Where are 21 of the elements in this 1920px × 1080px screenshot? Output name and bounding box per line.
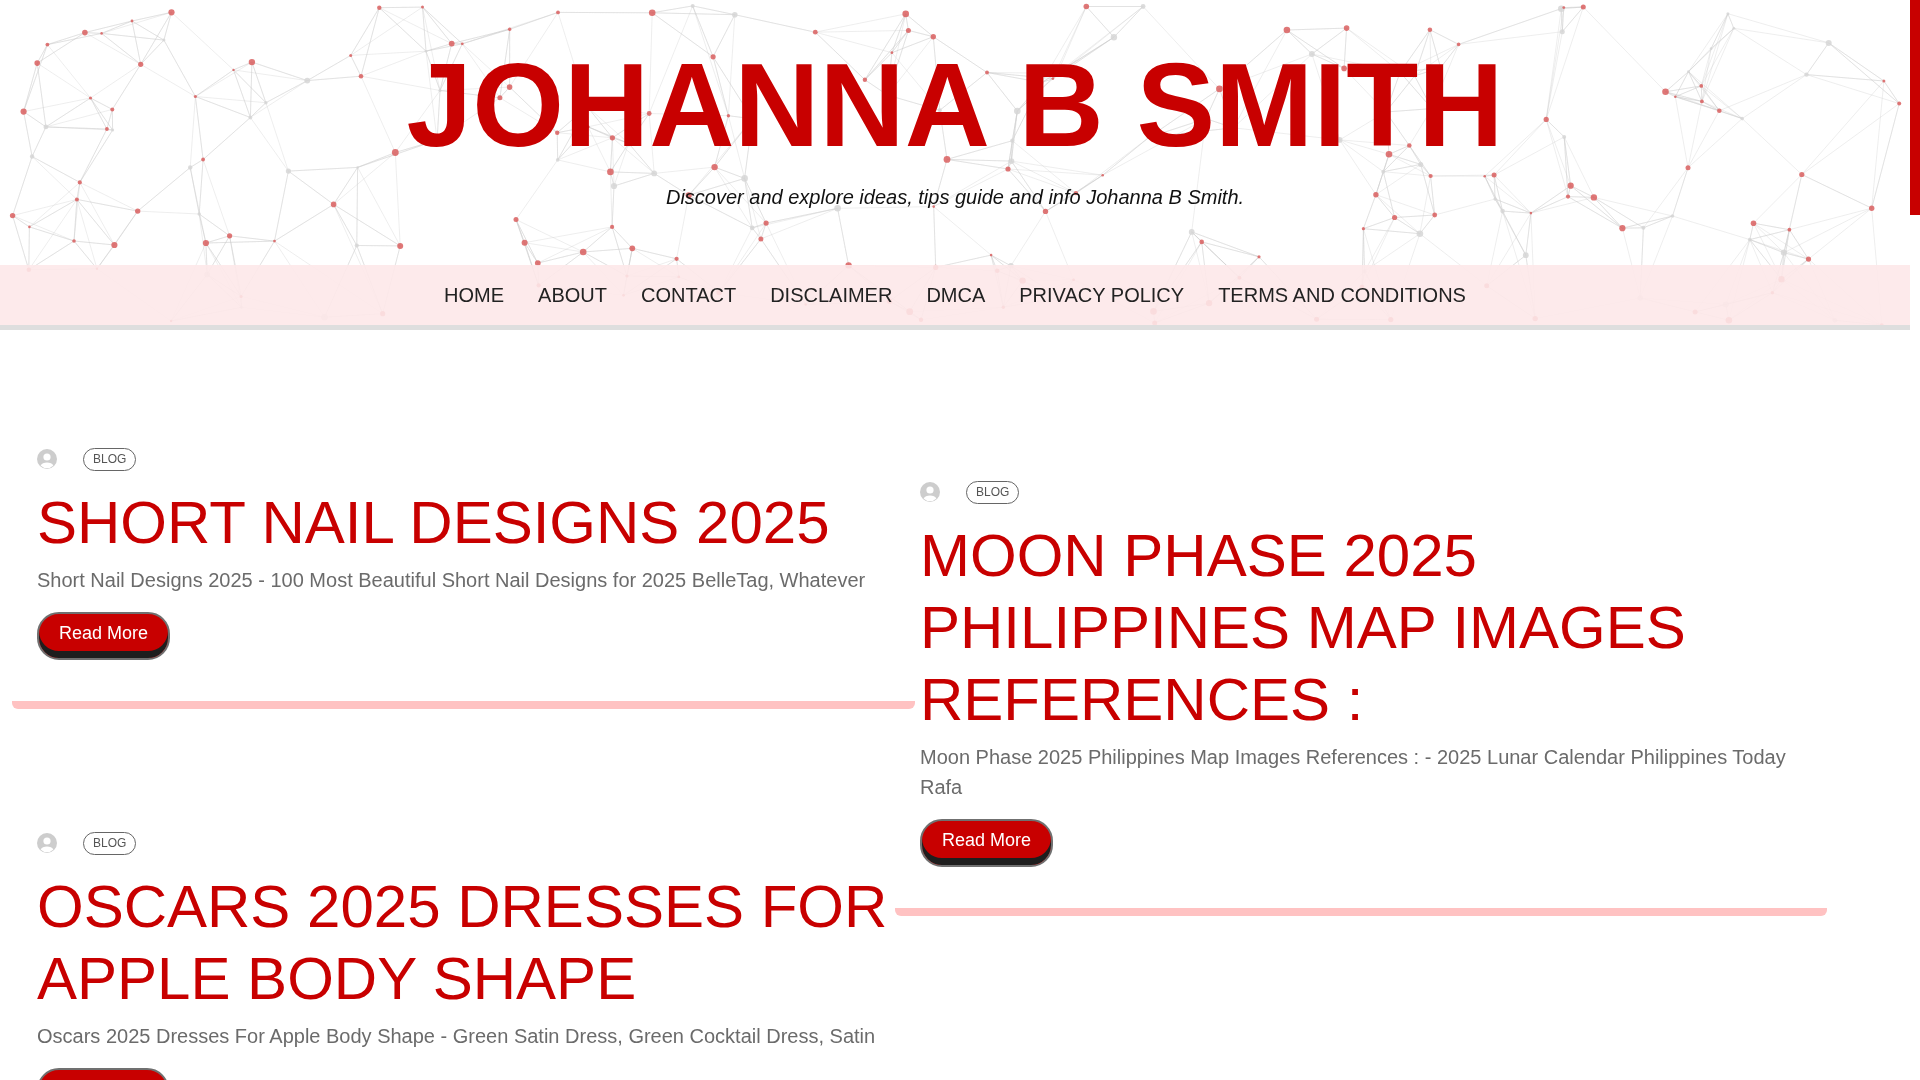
post-title[interactable]: MOON PHASE 2025 PHILIPPINES MAP IMAGES REFERENCES : <box>920 520 1817 736</box>
post-excerpt: Oscars 2025 Dresses For Apple Body Shape - Green Satin Dress, Green Cocktail Dress, Satin <box>37 1024 877 1049</box>
avatar-icon <box>920 482 940 502</box>
scrollbar-thumb[interactable] <box>1910 0 1920 215</box>
nav-link[interactable]: DISCLAIMER <box>770 283 893 307</box>
nav-link[interactable]: DMCA <box>926 283 986 307</box>
post-excerpt: Moon Phase 2025 Philippines Map Images References : - 2025 Lunar Calendar Philippines Today Rafa <box>920 745 1787 800</box>
nav-link[interactable]: ABOUT <box>538 283 607 307</box>
nav-link[interactable]: TERMS AND CONDITIONS <box>1218 283 1466 307</box>
nav-link[interactable]: CONTACT <box>640 283 737 307</box>
read-more-button[interactable]: Read More <box>37 612 171 660</box>
post-title[interactable]: OSCARS 2025 DRESSES FOR APPLE BODY SHAPE <box>37 871 894 1015</box>
post-excerpt: Short Nail Designs 2025 - 100 Most Beautiful Short Nail Designs for 2025 BelleTag, Whatever <box>37 568 867 593</box>
post-title[interactable]: SHORT NAIL DESIGNS 2025 <box>37 487 894 559</box>
avatar-icon <box>37 833 57 853</box>
site-tagline: Discover and explore ideas, tips guide and info Johanna B Smith. <box>665 185 1245 209</box>
read-more-button[interactable]: Read More <box>920 819 1054 867</box>
avatar-icon <box>37 449 57 469</box>
site-title[interactable]: JOHANNA B SMITH <box>406 46 1504 164</box>
nav-link[interactable]: PRIVACY POLICY <box>1019 283 1185 307</box>
nav-link[interactable]: HOME <box>444 283 505 307</box>
